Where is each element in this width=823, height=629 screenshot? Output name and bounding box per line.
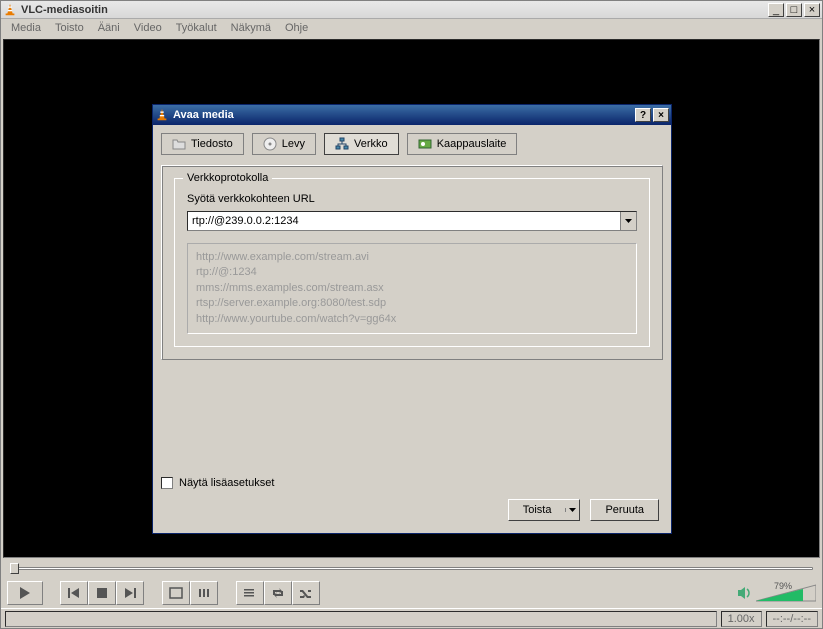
equalizer-icon: [197, 587, 211, 599]
stop-button[interactable]: [88, 581, 116, 605]
statusbar: 1.00x --:--/--:--: [1, 608, 822, 628]
network-panel: Verkkoprotokolla Syötä verkkokohteen URL…: [161, 165, 663, 360]
play-split-button[interactable]: Toista: [508, 499, 581, 521]
next-button[interactable]: [116, 581, 144, 605]
playlist-icon: [243, 587, 257, 599]
shuffle-icon: [299, 587, 313, 599]
stop-icon: [96, 587, 108, 599]
main-titlebar[interactable]: VLC-mediasoitin _ □ ×: [1, 1, 822, 19]
fullscreen-button[interactable]: [162, 581, 190, 605]
menu-media[interactable]: Media: [5, 21, 47, 35]
play-icon: [18, 586, 32, 600]
url-label: Syötä verkkokohteen URL: [187, 193, 637, 205]
menu-nakyma[interactable]: Näkymä: [225, 21, 277, 35]
chevron-down-icon: [569, 508, 576, 512]
time-display: --:--/--:--: [766, 611, 819, 627]
menu-video[interactable]: Video: [128, 21, 168, 35]
close-button[interactable]: ×: [804, 3, 820, 17]
volume-percent: 79%: [774, 581, 792, 591]
url-combobox[interactable]: [187, 211, 637, 231]
play-dropdown[interactable]: [565, 508, 579, 512]
advanced-checkbox[interactable]: [161, 477, 173, 489]
vlc-cone-icon: [3, 3, 17, 17]
volume-slider[interactable]: 79%: [756, 583, 816, 603]
tab-capture[interactable]: Kaappauslaite: [407, 133, 518, 155]
open-media-dialog: Avaa media ? × Tiedosto Levy Verkko Kaap…: [152, 104, 672, 534]
url-examples: http://www.example.com/stream.avi rtp://…: [187, 243, 637, 334]
capture-icon: [418, 137, 432, 151]
dialog-tabs: Tiedosto Levy Verkko Kaappauslaite: [161, 133, 663, 155]
status-text: [5, 611, 717, 627]
cancel-button[interactable]: Peruuta: [590, 499, 659, 521]
speaker-icon[interactable]: [736, 585, 752, 601]
dialog-titlebar[interactable]: Avaa media ? ×: [153, 105, 671, 125]
loop-icon: [271, 587, 285, 599]
minimize-button[interactable]: _: [768, 3, 784, 17]
shuffle-button[interactable]: [292, 581, 320, 605]
advanced-label: Näytä lisäasetukset: [179, 477, 274, 489]
menu-toisto[interactable]: Toisto: [49, 21, 90, 35]
menu-aani[interactable]: Ääni: [92, 21, 126, 35]
ext-settings-button[interactable]: [190, 581, 218, 605]
url-input[interactable]: [188, 212, 620, 230]
menu-ohje[interactable]: Ohje: [279, 21, 314, 35]
network-icon: [335, 137, 349, 151]
loop-button[interactable]: [264, 581, 292, 605]
menu-tyokalut[interactable]: Työkalut: [170, 21, 223, 35]
tab-disc[interactable]: Levy: [252, 133, 316, 155]
fullscreen-icon: [169, 587, 183, 599]
dialog-title: Avaa media: [173, 109, 633, 121]
folder-icon: [172, 137, 186, 151]
tab-file[interactable]: Tiedosto: [161, 133, 244, 155]
playlist-button[interactable]: [236, 581, 264, 605]
playback-speed[interactable]: 1.00x: [721, 611, 762, 627]
seek-slider[interactable]: [7, 562, 816, 576]
url-dropdown-button[interactable]: [620, 212, 636, 230]
tab-network[interactable]: Verkko: [324, 133, 399, 155]
skip-back-icon: [67, 587, 81, 599]
dialog-close-button[interactable]: ×: [653, 108, 669, 122]
main-title: VLC-mediasoitin: [21, 4, 768, 16]
prev-button[interactable]: [60, 581, 88, 605]
groupbox-legend: Verkkoprotokolla: [183, 172, 272, 184]
maximize-button[interactable]: □: [786, 3, 802, 17]
playback-controls: 79%: [1, 578, 822, 608]
vlc-cone-icon: [155, 108, 169, 122]
menubar: Media Toisto Ääni Video Työkalut Näkymä …: [1, 19, 822, 37]
seek-thumb[interactable]: [10, 563, 19, 574]
play-button[interactable]: [7, 581, 43, 605]
chevron-down-icon: [625, 219, 632, 223]
dialog-help-button[interactable]: ?: [635, 108, 651, 122]
skip-forward-icon: [123, 587, 137, 599]
disc-icon: [263, 137, 277, 151]
